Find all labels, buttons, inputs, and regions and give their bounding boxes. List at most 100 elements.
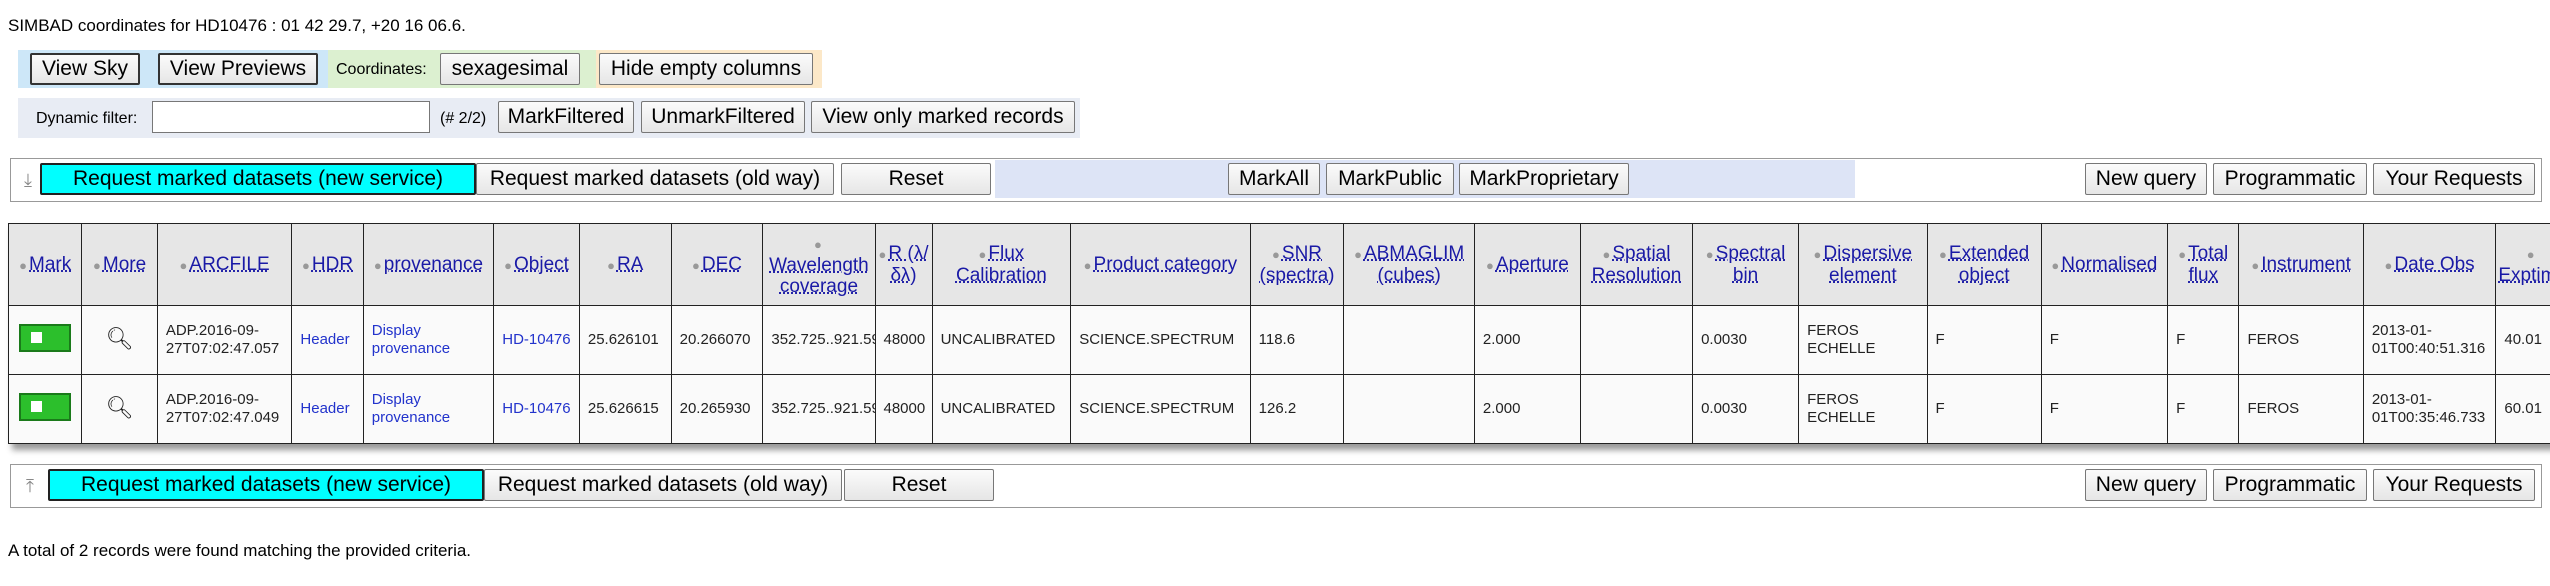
view-previews-button[interactable]: View Previews [158,53,318,85]
column-header-dispersive-element[interactable]: ● Dispersive element [1798,223,1928,306]
coordinates-toggle-button[interactable]: sexagesimal [440,53,580,85]
results-table: ● Mark ● More ● ARCFILE ● HDR ● provenance ● O… [7,223,2550,444]
column-header-ra[interactable]: ● RA [578,223,672,306]
table-header-row: ● Mark ● More ● ARCFILE ● HDR ● provenance ● O… [7,223,2550,306]
object-link[interactable]: HD-10476 [493,305,580,375]
dispersive-element-cell: FEROS ECHELLE [1798,305,1928,375]
more-cell: 🔍︎ [81,305,158,375]
ra-cell: 25.626101 [578,305,672,375]
column-header-aperture[interactable]: ● Aperture [1473,223,1581,306]
column-header-exptime[interactable]: ●Exptime [2495,223,2550,306]
resolution-cell: 48000 [874,305,933,375]
spatial-resolution-cell [1579,374,1694,444]
mark-filtered-button[interactable]: MarkFiltered [498,101,634,133]
programmatic-button[interactable]: Programmatic [2213,163,2367,195]
ra-cell: 25.626615 [578,374,672,444]
your-requests-button[interactable]: Your Requests [2373,163,2535,195]
column-header-mark[interactable]: ● Mark [7,223,83,306]
instrument-cell: FEROS [2238,305,2364,375]
spatial-resolution-cell [1579,305,1694,375]
zoom-icon[interactable]: 🔍︎ [106,326,134,351]
new-query-button[interactable]: New query [2085,469,2207,501]
mark-cell [7,305,83,375]
programmatic-button[interactable]: Programmatic [2213,469,2367,501]
header-link[interactable]: Header [291,305,364,375]
wavelength-cell: 352.725..921.591 [762,374,876,444]
column-header-abmaglim[interactable]: ● ABMAGLIM (cubes) [1343,223,1475,306]
extended-object-cell: F [1926,305,2042,375]
view-only-marked-button[interactable]: View only marked records [811,101,1075,133]
snr-cell: 118.6 [1249,305,1345,375]
hide-empty-columns-button[interactable]: Hide empty columns [599,53,813,85]
column-header-more[interactable]: ● More [81,223,158,306]
total-flux-cell: F [2167,305,2240,375]
exptime-cell: 40.01 [2495,305,2550,375]
instrument-cell: FEROS [2238,374,2364,444]
request-new-service-button[interactable]: Request marked datasets (new service) [48,469,484,501]
aperture-cell: 2.000 [1473,374,1581,444]
column-header-dec[interactable]: ● DEC [670,223,764,306]
mark-cell [7,374,83,444]
zoom-icon[interactable]: 🔍︎ [106,395,134,420]
column-header-extended-object[interactable]: ● Extended object [1926,223,2042,306]
mark-toggle[interactable] [19,392,72,421]
dec-cell: 20.266070 [670,305,764,375]
arcfile-cell: ADP.2016-09-27T07:02:47.049 [156,374,293,444]
dynamic-filter-label: Dynamic filter: [36,110,138,127]
flux-calibration-cell: UNCALIBRATED [931,305,1072,375]
provenance-link[interactable]: Display provenance [362,374,495,444]
mark-all-button[interactable]: MarkAll [1228,163,1320,195]
product-category-cell: SCIENCE.SPECTRUM [1070,305,1251,375]
provenance-link[interactable]: Display provenance [362,305,495,375]
column-header-date-obs[interactable]: ● Date Obs [2362,223,2497,306]
abmaglim-cell [1343,374,1475,444]
unmark-filtered-button[interactable]: UnmarkFiltered [641,101,805,133]
reset-button[interactable]: Reset [844,469,994,501]
column-header-snr[interactable]: ● SNR (spectra) [1249,223,1345,306]
column-header-spectral-bin[interactable]: ● Spectral bin [1692,223,1800,306]
column-header-arcfile[interactable]: ● ARCFILE [156,223,293,306]
column-header-provenance[interactable]: ● provenance [362,223,495,306]
request-old-way-button[interactable]: Request marked datasets (old way) [476,163,834,195]
column-header-normalised[interactable]: ● Normalised [2040,223,2169,306]
object-link[interactable]: HD-10476 [493,374,580,444]
product-category-cell: SCIENCE.SPECTRUM [1070,374,1251,444]
column-header-object[interactable]: ● Object [493,223,580,306]
view-sky-button[interactable]: View Sky [30,53,140,85]
aperture-cell: 2.000 [1473,305,1581,375]
your-requests-button[interactable]: Your Requests [2373,469,2535,501]
reset-button[interactable]: Reset [841,163,991,195]
spectral-bin-cell: 0.0030 [1692,305,1800,375]
column-header-product-category[interactable]: ● Product category [1070,223,1251,306]
resolution-cell: 48000 [874,374,933,444]
dispersive-element-cell: FEROS ECHELLE [1798,374,1928,444]
arcfile-cell: ADP.2016-09-27T07:02:47.057 [156,305,293,375]
new-query-button[interactable]: New query [2085,163,2207,195]
spectral-bin-cell: 0.0030 [1692,374,1800,444]
download-icon: ⤓ [24,169,32,190]
dec-cell: 20.265930 [670,374,764,444]
results-summary: A total of 2 records were found matching… [8,541,472,560]
date-obs-cell: 2013-01-01T00:35:46.733 [2362,374,2497,444]
column-header-flux-calibration[interactable]: ● Flux Calibration [931,223,1072,306]
column-header-instrument[interactable]: ● Instrument [2238,223,2364,306]
request-old-way-button[interactable]: Request marked datasets (old way) [484,469,842,501]
column-header-total-flux[interactable]: ● Total flux [2167,223,2240,306]
column-header-wavelength[interactable]: ●Wavelength coverage [762,223,876,306]
column-header-spatial-resolution[interactable]: ● Spatial Resolution [1579,223,1694,306]
mark-public-button[interactable]: MarkPublic [1326,163,1454,195]
normalised-cell: F [2040,305,2169,375]
wavelength-cell: 352.725..921.591 [762,305,876,375]
table-row: 🔍︎ ADP.2016-09-27T07:02:47.049 Header Di… [7,374,2550,444]
dynamic-filter-input[interactable] [152,101,430,133]
column-header-resolution[interactable]: ● R (λ/δλ) [874,223,933,306]
column-header-hdr[interactable]: ● HDR [291,223,364,306]
header-link[interactable]: Header [291,374,364,444]
mark-proprietary-button[interactable]: MarkProprietary [1459,163,1629,195]
normalised-cell: F [2040,374,2169,444]
coordinates-label: Coordinates: [336,61,427,78]
request-new-service-button[interactable]: Request marked datasets (new service) [40,163,476,195]
extended-object-cell: F [1926,374,2042,444]
mark-toggle[interactable] [19,323,72,352]
more-cell: 🔍︎ [81,374,158,444]
